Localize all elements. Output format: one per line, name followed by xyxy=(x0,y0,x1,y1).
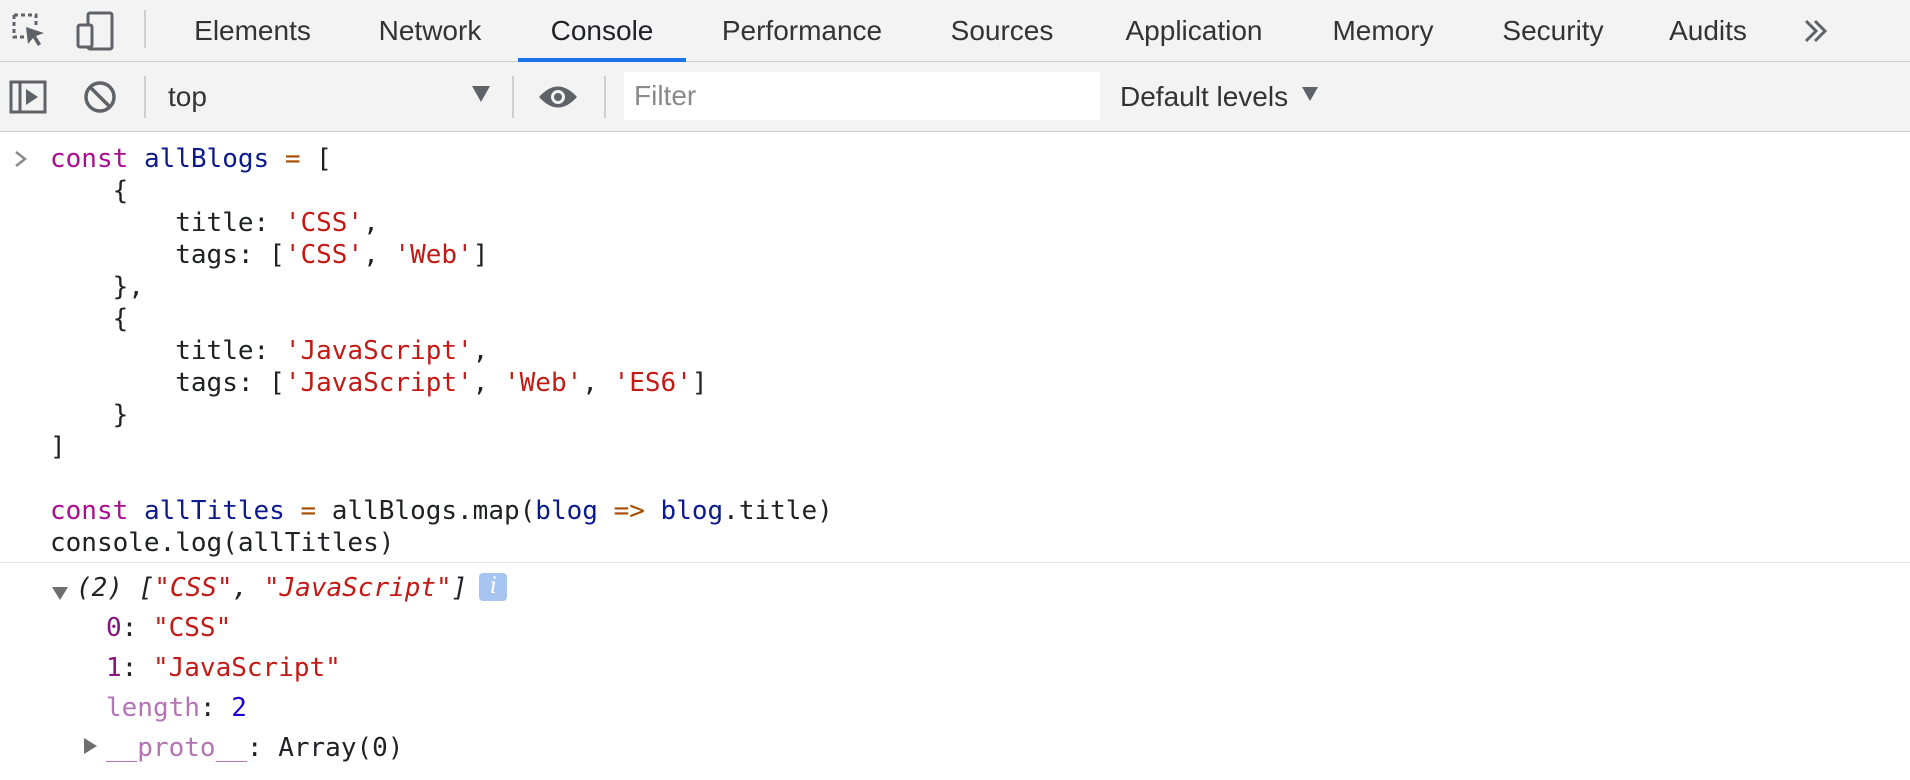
tab-memory[interactable]: Memory xyxy=(1316,0,1450,62)
code-line: const allTitles = allBlogs.map(blog => b… xyxy=(50,496,833,526)
more-tabs-icon xyxy=(1804,19,1828,43)
code-line: } xyxy=(50,400,129,430)
log-levels-label: Default levels xyxy=(1120,81,1289,112)
expand-triangle-icon[interactable] xyxy=(52,587,68,600)
live-expression-button[interactable] xyxy=(530,62,586,132)
toolbar-divider xyxy=(512,76,514,118)
console-sidebar-button[interactable] xyxy=(0,62,56,132)
tab-network[interactable]: Network xyxy=(355,0,505,62)
live-expression-icon xyxy=(539,86,577,108)
device-toolbar-icon xyxy=(76,11,114,51)
context-selector[interactable]: top xyxy=(168,62,498,132)
tab-console[interactable]: Console xyxy=(518,0,686,62)
expand-triangle-icon[interactable] xyxy=(84,738,97,754)
console-result: (2) ["CSS", "JavaScript"] i 0: "CSS" 1: "… xyxy=(0,563,1910,780)
toolbar-divider xyxy=(144,76,146,118)
tab-application[interactable]: Application xyxy=(1100,0,1288,62)
array-entry: 0: "CSS" xyxy=(106,613,232,643)
code-line: const allBlogs = [ xyxy=(50,144,332,174)
tab-sources[interactable]: Sources xyxy=(932,0,1072,62)
code-line: tags: ['JavaScript', 'Web', 'ES6'] xyxy=(175,368,708,398)
more-tabs-button[interactable] xyxy=(1798,0,1834,62)
info-icon[interactable]: i xyxy=(479,572,508,601)
code-line: { xyxy=(50,176,129,206)
array-length: length: 2 xyxy=(106,693,247,723)
chevron-down-icon xyxy=(1302,87,1319,101)
console-panel[interactable]: const allBlogs = [ { title: 'CSS', tags:… xyxy=(0,133,1910,780)
context-selector-value: top xyxy=(168,81,207,112)
array-summary[interactable]: (2) ["CSS", "JavaScript"] i xyxy=(76,571,508,605)
toolbar-divider xyxy=(144,10,146,48)
toolbar-divider xyxy=(604,76,606,118)
log-levels-dropdown[interactable]: Default levels xyxy=(1120,62,1319,132)
tab-audits[interactable]: Audits xyxy=(1652,0,1764,62)
tab-elements[interactable]: Elements xyxy=(170,0,335,62)
prompt-chevron-icon xyxy=(15,151,28,167)
clear-console-icon xyxy=(84,81,116,113)
code-line: title: 'CSS', xyxy=(175,208,379,238)
devtools-tabbar: Elements Network Console Performance Sou… xyxy=(0,0,1910,62)
device-toolbar-button[interactable] xyxy=(66,0,126,62)
clear-console-button[interactable] xyxy=(72,62,128,132)
inspect-element-icon xyxy=(12,13,44,46)
code-line: }, xyxy=(50,272,144,302)
code-line: { xyxy=(50,304,129,334)
code-line: title: 'JavaScript', xyxy=(175,336,489,366)
code-line: console.log(allTitles) xyxy=(50,528,395,558)
array-proto[interactable]: __proto__: Array(0) xyxy=(106,731,403,765)
code-line: tags: ['CSS', 'Web'] xyxy=(175,240,489,270)
filter-input[interactable] xyxy=(624,72,1100,120)
console-toolbar: top Default levels xyxy=(0,62,1910,132)
code-line: ] xyxy=(50,432,66,462)
chevron-down-icon xyxy=(472,86,490,102)
console-sidebar-icon xyxy=(9,80,47,114)
array-entry: 1: "JavaScript" xyxy=(106,653,341,683)
tab-security[interactable]: Security xyxy=(1480,0,1626,62)
inspect-element-button[interactable] xyxy=(0,0,60,62)
tab-performance[interactable]: Performance xyxy=(702,0,902,62)
